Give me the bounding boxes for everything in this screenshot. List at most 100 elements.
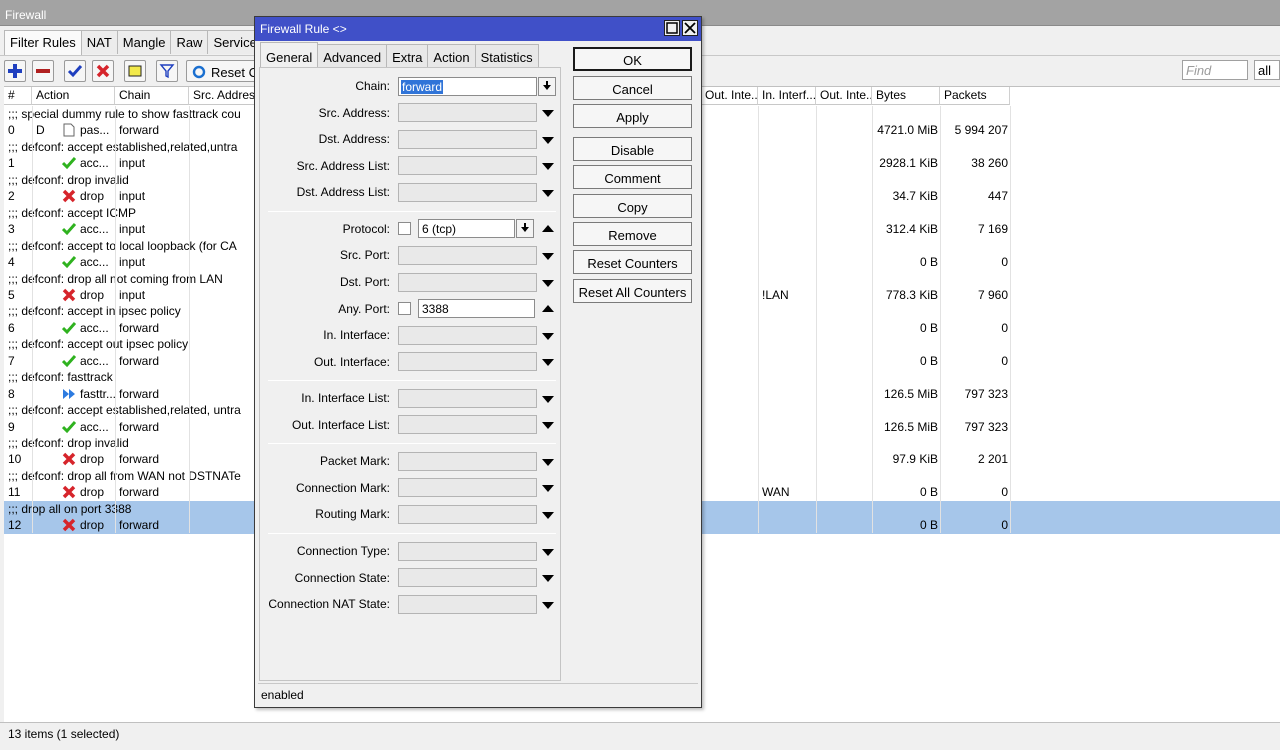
close-button[interactable] xyxy=(682,20,698,36)
out-interface-dropdown-icon[interactable] xyxy=(542,359,554,366)
find-scope-select[interactable]: all xyxy=(1254,60,1280,80)
protocol-combo[interactable]: 6 (tcp) xyxy=(418,219,515,238)
tab-action[interactable]: Action xyxy=(427,44,476,67)
protocol-negate-checkbox[interactable] xyxy=(398,222,411,235)
find-input[interactable]: Find xyxy=(1182,60,1248,80)
protocol-collapse-icon[interactable] xyxy=(542,225,554,232)
routing-mark-dropdown-icon[interactable] xyxy=(542,512,554,519)
dst-address-dropdown-icon[interactable] xyxy=(542,137,554,144)
rule-chain: input xyxy=(119,156,146,171)
tab-advanced[interactable]: Advanced xyxy=(317,44,388,67)
dialog-tabs: General Advanced Extra Action Statistics xyxy=(260,42,539,68)
rule-packets: 0 xyxy=(1001,485,1008,500)
filter-button[interactable] xyxy=(156,60,178,82)
rule-in-interface: WAN xyxy=(762,485,790,500)
add-button[interactable] xyxy=(4,60,26,82)
dst-address-list-dropdown-icon[interactable] xyxy=(542,190,554,197)
reset-counters-button[interactable]: Reset Counters xyxy=(573,250,692,274)
connection-state-dropdown-icon[interactable] xyxy=(542,575,554,582)
tab-nat[interactable]: NAT xyxy=(80,30,118,54)
disable-rule-button[interactable]: Disable xyxy=(573,137,692,161)
src-address-list-field[interactable] xyxy=(398,156,537,175)
connection-nat-state-label: Connection NAT State: xyxy=(268,597,390,611)
apply-button[interactable]: Apply xyxy=(573,104,692,128)
rule-packets: 0 xyxy=(1001,320,1008,335)
comment-button[interactable] xyxy=(124,60,146,82)
out-interface-list-field[interactable] xyxy=(398,415,537,434)
rule-comment: ;;; special dummy rule to show fasttrack… xyxy=(8,107,241,121)
remove-button[interactable] xyxy=(32,60,54,82)
fasttrack-icon xyxy=(58,386,76,403)
src-port-dropdown-icon[interactable] xyxy=(542,253,554,260)
connection-state-field[interactable] xyxy=(398,568,537,587)
in-interface-list-dropdown-icon[interactable] xyxy=(542,396,554,403)
column-header-out-interface-list[interactable]: Out. Inte... xyxy=(816,87,872,105)
src-port-field[interactable] xyxy=(398,246,537,265)
routing-mark-field[interactable] xyxy=(398,505,537,524)
any-port-negate-checkbox[interactable] xyxy=(398,302,411,315)
in-interface-field[interactable] xyxy=(398,326,537,345)
connection-type-field[interactable] xyxy=(398,542,537,561)
src-address-list-dropdown-icon[interactable] xyxy=(542,163,554,170)
tab-mangle[interactable]: Mangle xyxy=(116,30,172,54)
accept-icon xyxy=(58,221,76,238)
drop-icon xyxy=(58,188,76,205)
chain-dropdown-button[interactable] xyxy=(538,77,556,96)
copy-button[interactable]: Copy xyxy=(573,194,692,218)
maximize-button[interactable] xyxy=(664,20,680,36)
packet-mark-field[interactable] xyxy=(398,452,537,471)
column-header-bytes[interactable]: Bytes xyxy=(872,87,940,105)
connection-nat-state-dropdown-icon[interactable] xyxy=(542,602,554,609)
column-header-action[interactable]: Action xyxy=(32,87,115,105)
dst-port-dropdown-icon[interactable] xyxy=(542,280,554,287)
enable-button[interactable] xyxy=(64,60,86,82)
rule-chain: forward xyxy=(119,452,160,467)
rule-in-interface xyxy=(758,517,816,534)
column-header-packets[interactable]: Packets xyxy=(940,87,1010,105)
connection-mark-field[interactable] xyxy=(398,478,537,497)
ok-button[interactable]: OK xyxy=(573,47,692,71)
column-header-in-interface-list[interactable]: In. Interf... xyxy=(758,87,816,105)
tab-statistics[interactable]: Statistics xyxy=(474,44,539,67)
packet-mark-dropdown-icon[interactable] xyxy=(542,459,554,466)
connection-type-dropdown-icon[interactable] xyxy=(542,549,554,556)
dst-port-field[interactable] xyxy=(398,273,537,292)
comment-rule-button[interactable]: Comment xyxy=(573,165,692,189)
connection-nat-state-field[interactable] xyxy=(398,595,537,614)
remove-rule-button[interactable]: Remove xyxy=(573,222,692,246)
tab-general[interactable]: General xyxy=(260,42,319,67)
in-interface-dropdown-icon[interactable] xyxy=(542,333,554,340)
src-address-dropdown-icon[interactable] xyxy=(542,110,554,117)
rule-action: acc... xyxy=(80,419,109,434)
chain-combo[interactable]: forward xyxy=(398,77,537,96)
connection-mark-dropdown-icon[interactable] xyxy=(542,485,554,492)
tab-raw[interactable]: Raw xyxy=(170,30,209,54)
rule-flag xyxy=(32,320,56,337)
disable-button[interactable] xyxy=(92,60,114,82)
cancel-button[interactable]: Cancel xyxy=(573,76,692,100)
reset-all-counters-button[interactable]: Reset All Counters xyxy=(573,279,692,303)
in-interface-list-field[interactable] xyxy=(398,389,537,408)
column-header-chain[interactable]: Chain xyxy=(115,87,189,105)
dst-address-list-field[interactable] xyxy=(398,183,537,202)
src-address-field[interactable] xyxy=(398,103,537,122)
any-port-collapse-icon[interactable] xyxy=(542,305,554,312)
out-interface-list-dropdown-icon[interactable] xyxy=(542,422,554,429)
rule-packets: 797 323 xyxy=(964,386,1008,401)
protocol-dropdown-button[interactable] xyxy=(516,219,534,238)
column-divider xyxy=(189,106,190,533)
column-header-num[interactable]: # xyxy=(4,87,32,105)
out-interface-field[interactable] xyxy=(398,352,537,371)
tab-filter-rules[interactable]: Filter Rules xyxy=(4,30,82,55)
connection-mark-label: Connection Mark: xyxy=(295,481,390,495)
any-port-label: Any. Port: xyxy=(338,302,390,316)
tab-extra[interactable]: Extra xyxy=(386,44,429,67)
any-port-field[interactable]: 3388 xyxy=(418,299,535,318)
dst-address-field[interactable] xyxy=(398,130,537,149)
rule-comment: ;;; defconf: accept to local loopback (f… xyxy=(8,238,237,253)
column-header-src-address[interactable]: Src. Address xyxy=(189,87,259,105)
cross-icon xyxy=(96,64,110,78)
column-divider xyxy=(1010,106,1011,533)
column-header-out-interface[interactable]: Out. Inte... xyxy=(701,87,758,105)
accept-icon xyxy=(58,254,76,271)
